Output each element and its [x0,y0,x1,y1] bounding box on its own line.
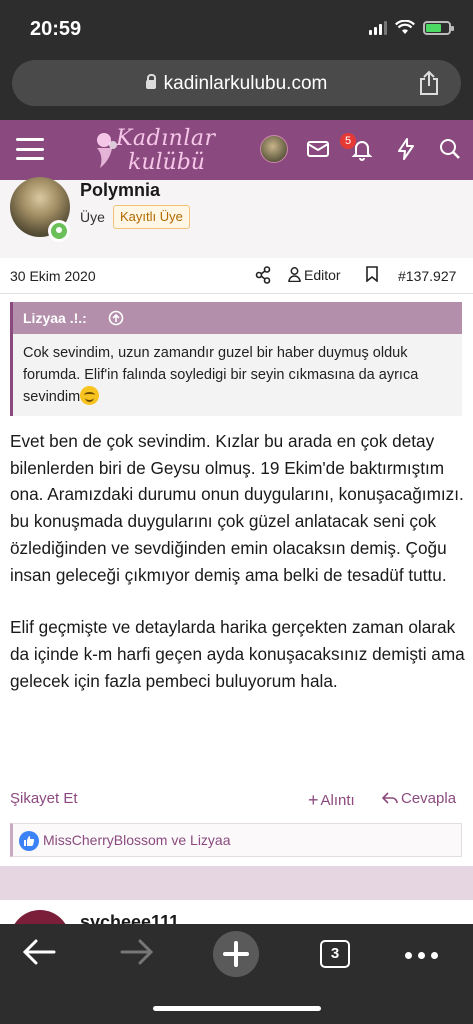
browser-top: 20:59 kadinlarkulubu.com [0,0,473,120]
quote-text: Cok sevindim, uzun zamandır guzel bir ha… [23,345,419,405]
bookmark-icon[interactable] [366,266,378,282]
url-bar[interactable]: kadinlarkulubu.com [12,60,461,106]
post-body: Evet ben de çok sevindim. Kızlar bu arad… [10,428,465,720]
battery-icon [423,20,454,35]
forward-icon[interactable] [120,938,154,966]
arrow-up-circle-icon[interactable] [108,310,124,326]
reply-icon [382,792,398,804]
mail-icon[interactable] [306,137,330,161]
share-nodes-icon[interactable] [255,266,271,284]
next-post [0,900,473,924]
report-button[interactable]: Şikayet Et [10,790,78,807]
user-icon [288,267,301,283]
post-author-band [0,180,473,258]
like-icon [19,831,39,851]
editor-button[interactable]: Editor [288,267,341,283]
reactions-users[interactable]: MissCherryBlossom ve Lizyaa [43,832,231,848]
back-icon[interactable] [22,938,56,966]
status-time: 20:59 [30,18,82,40]
smile-emoji-icon [80,386,100,405]
post-meta: 30 Ekim 2020 Editor #137.927 [0,258,473,294]
logo-text-line1: Kadınlar [116,126,216,151]
post-actions: Şikayet Et + Alıntı Cevapla [0,786,473,810]
reply-label: Cevapla [401,790,457,807]
post-separator [0,866,473,900]
home-indicator[interactable] [153,1006,321,1011]
quote-block: Lizyaa .!.: Cok sevindim, uzun zamandır … [10,302,462,416]
more-icon[interactable] [405,952,438,959]
quote-label: Alıntı [320,792,355,809]
url-text: kadinlarkulubu.com [163,73,328,94]
post-paragraph: Elif geçmişte ve detaylarda harika gerçe… [10,617,465,691]
bolt-icon[interactable] [394,137,418,161]
author-name[interactable]: Polymnia [80,180,160,201]
site-logo[interactable]: Kadınlar kulübü [92,124,215,176]
online-status-icon [48,220,70,242]
new-tab-icon[interactable] [213,931,259,977]
signal-icon [369,20,387,35]
quote-button[interactable]: + Alıntı [308,790,355,811]
role-badge: Kayıtlı Üye [113,205,190,229]
lock-icon [145,74,156,89]
account-avatar[interactable] [260,135,288,163]
plus-icon: + [308,790,319,810]
reply-button[interactable]: Cevapla [382,790,456,807]
quote-author[interactable]: Lizyaa .!.: [23,310,87,326]
search-icon[interactable] [438,137,462,161]
author-role: Üye [80,209,105,225]
wifi-icon [395,20,415,34]
quote-header[interactable]: Lizyaa .!.: [13,302,462,334]
logo-text-line2: kulübü [128,150,205,175]
url-display: kadinlarkulubu.com [12,73,461,95]
post-number[interactable]: #137.927 [398,268,456,284]
reactions-bar[interactable]: MissCherryBlossom ve Lizyaa [10,823,462,857]
tabs-icon[interactable]: 3 [320,940,350,968]
status-icons [369,20,454,35]
share-icon[interactable] [417,70,441,96]
menu-icon[interactable] [16,138,44,160]
editor-label: Editor [304,267,341,283]
post-paragraph: Evet ben de çok sevindim. Kızlar bu arad… [10,431,464,585]
post-date[interactable]: 30 Ekim 2020 [10,268,96,284]
notification-badge: 5 [340,133,356,149]
